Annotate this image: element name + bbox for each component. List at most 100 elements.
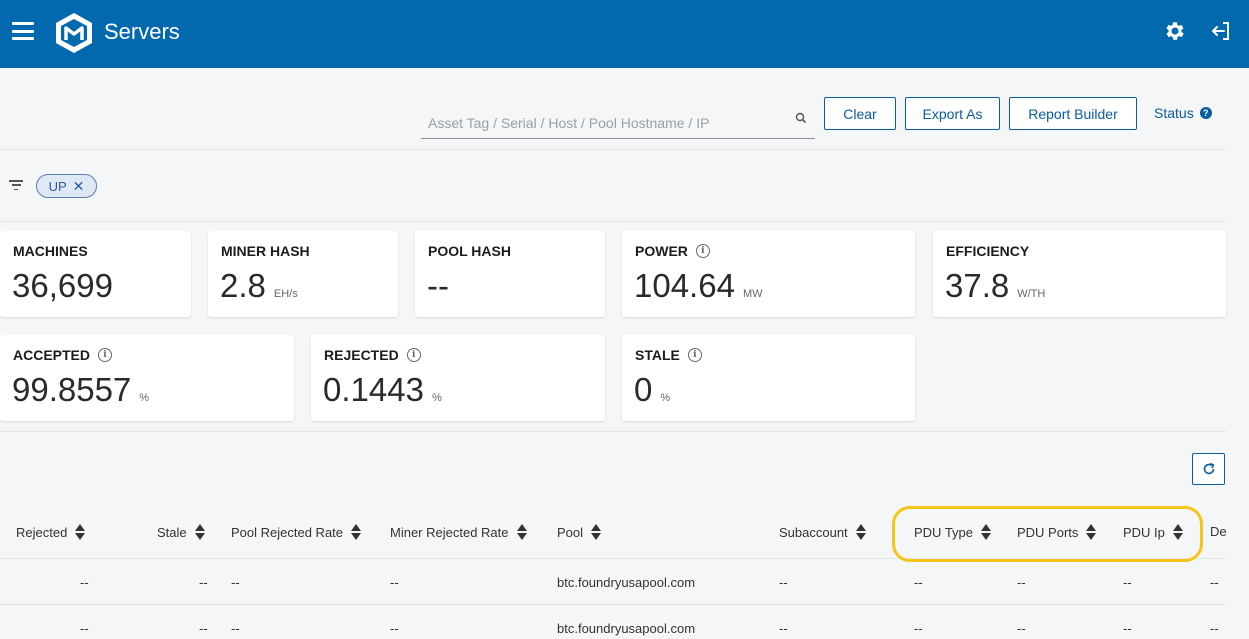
cell-rejected: -- <box>80 575 89 590</box>
stat-unit: EH/s <box>273 288 298 300</box>
column-header-stale[interactable]: Stale <box>157 524 205 540</box>
sort-icon <box>75 524 86 540</box>
cell-pool-rejected-rate: -- <box>231 575 240 590</box>
stat-label: ACCEPTED i <box>13 347 113 363</box>
clear-button[interactable]: Clear <box>824 97 896 130</box>
cell-stale: -- <box>199 575 208 590</box>
cell-rejected: -- <box>80 621 89 636</box>
column-label: Rejected <box>16 524 68 540</box>
column-label: Stale <box>157 524 187 540</box>
column-label: Miner Rejected Rate <box>390 524 509 540</box>
stat-unit: W/TH <box>1017 288 1046 300</box>
column-header-pdu-ip[interactable]: PDU Ip <box>1123 524 1183 540</box>
column-header-miner-rejected-rate[interactable]: Miner Rejected Rate <box>390 524 527 540</box>
divider <box>0 558 1226 559</box>
column-header-pdu-ports[interactable]: PDU Ports <box>1017 524 1097 540</box>
logout-icon[interactable] <box>1209 19 1233 43</box>
refresh-button[interactable] <box>1192 453 1225 485</box>
stat-value: 0% <box>634 371 670 409</box>
stat-value: 37.8 W/TH <box>945 267 1045 305</box>
filter-chip-up[interactable]: UP ✕ <box>36 174 97 198</box>
stat-label-text: MACHINES <box>13 243 88 259</box>
column-header-rejected[interactable]: Rejected <box>16 524 86 540</box>
sort-icon <box>1172 524 1183 540</box>
divider <box>0 604 1226 605</box>
search-field <box>421 104 815 139</box>
stat-label-text: POOL HASH <box>428 243 511 259</box>
sort-icon <box>981 524 992 540</box>
stat-label-text: REJECTED <box>324 347 399 363</box>
cell-pdu-type: -- <box>914 621 923 636</box>
stat-value: 104.64 MW <box>634 267 762 305</box>
cell-pdu-ip: -- <box>1123 621 1132 636</box>
cell-pool: btc.foundryusapool.com <box>557 621 696 636</box>
cell-pool: btc.foundryusapool.com <box>557 575 696 590</box>
cell-pool-rejected-rate: -- <box>231 621 240 636</box>
divider <box>0 149 1226 150</box>
search-icon[interactable] <box>794 111 808 125</box>
cell-de: -- <box>1210 621 1219 636</box>
filter-icon[interactable] <box>9 180 23 190</box>
cell-de: -- <box>1210 575 1219 590</box>
divider <box>0 221 1226 222</box>
column-header-pool[interactable]: Pool <box>557 524 602 540</box>
report-builder-button[interactable]: Report Builder <box>1009 97 1137 130</box>
column-label: PDU Ip <box>1123 524 1165 540</box>
stat-value: 99.8557% <box>12 371 149 409</box>
stat-value-text: 0.1443 <box>323 371 424 408</box>
cell-subaccount: -- <box>779 621 788 636</box>
column-label: PDU Ports <box>1017 524 1079 540</box>
stat-label: REJECTED i <box>324 347 421 363</box>
sort-icon <box>516 524 527 540</box>
sort-icon <box>194 524 205 540</box>
stat-value-text: -- <box>427 267 449 304</box>
column-label: PDU Type <box>914 524 974 540</box>
column-header-de[interactable]: De <box>1210 524 1227 539</box>
stat-card-rejected: REJECTED i 0.1443% <box>311 335 605 421</box>
stat-label: POWER i <box>635 243 710 259</box>
cell-stale: -- <box>199 621 208 636</box>
cell-pdu-type: -- <box>914 575 923 590</box>
stat-value: 36,699 <box>12 267 113 305</box>
info-icon[interactable]: i <box>98 348 113 362</box>
column-header-pool-rejected-rate[interactable]: Pool Rejected Rate <box>231 524 362 540</box>
help-icon[interactable]: ? <box>1199 107 1212 119</box>
chip-label: UP <box>48 178 67 194</box>
stat-label: STALE i <box>635 347 702 363</box>
sort-icon <box>591 524 602 540</box>
column-header-pdu-type[interactable]: PDU Type <box>914 524 992 540</box>
status-label: Status <box>1154 105 1194 121</box>
stat-label-text: STALE <box>635 347 680 363</box>
stat-card-miner-hash: MINER HASH 2.8 EH/s <box>208 231 398 317</box>
stat-card-pool-hash: POOL HASH -- <box>415 231 605 317</box>
app-logo-icon <box>56 13 92 53</box>
page-title: Servers <box>104 19 180 44</box>
info-icon[interactable]: i <box>695 244 710 258</box>
status-link[interactable]: Status ? <box>1154 105 1212 121</box>
stat-label: EFFICIENCY <box>946 243 1029 259</box>
info-icon[interactable]: i <box>406 348 421 362</box>
stat-card-power: POWER i 104.64 MW <box>622 231 915 317</box>
cell-pdu-ports: -- <box>1017 621 1026 636</box>
column-header-subaccount[interactable]: Subaccount <box>779 524 866 540</box>
close-icon[interactable]: ✕ <box>73 178 85 195</box>
stat-value: 0.1443% <box>323 371 442 409</box>
column-label: De <box>1210 524 1227 539</box>
stat-card-machines: MACHINES 36,699 <box>0 231 191 317</box>
search-input[interactable] <box>421 104 781 138</box>
cell-pdu-ip: -- <box>1123 575 1132 590</box>
menu-icon[interactable] <box>12 22 34 40</box>
gear-icon[interactable] <box>1163 19 1187 43</box>
refresh-icon <box>1203 462 1214 475</box>
export-button[interactable]: Export As <box>905 97 1000 130</box>
stat-label-text: MINER HASH <box>221 243 310 259</box>
cell-miner-rejected-rate: -- <box>390 575 399 590</box>
stat-unit: % <box>139 392 150 404</box>
info-icon[interactable]: i <box>687 348 702 362</box>
sort-icon <box>1086 524 1097 540</box>
stat-value-text: 36,699 <box>12 267 113 304</box>
column-label: Pool <box>557 524 584 540</box>
column-label: Subaccount <box>779 524 848 540</box>
top-app-bar: Servers <box>0 0 1249 68</box>
stat-unit: % <box>660 392 671 404</box>
